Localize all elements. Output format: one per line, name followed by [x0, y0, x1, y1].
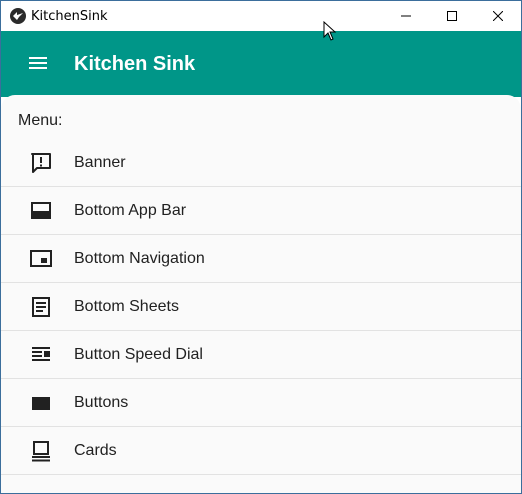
app-bar-title: Kitchen Sink: [74, 53, 196, 75]
app-window: KitchenSink Kitchen Sink Menu: Banner Bo…: [0, 0, 522, 494]
menu-panel: Menu: Banner Bottom App Bar Bottom Navig…: [1, 95, 521, 493]
list-item-label: Bottom Navigation: [74, 250, 205, 267]
list-item-label: Banner: [74, 154, 126, 171]
list-item-bottom-app-bar[interactable]: Bottom App Bar: [1, 187, 521, 235]
menu-list: Banner Bottom App Bar Bottom Navigation …: [1, 139, 521, 475]
list-item-button-speed-dial[interactable]: Button Speed Dial: [1, 331, 521, 379]
buttons-icon: [30, 392, 52, 414]
close-icon: [493, 11, 503, 21]
list-item-label: Buttons: [74, 394, 129, 411]
title-bar[interactable]: KitchenSink: [1, 1, 521, 31]
cards-icon: [30, 440, 52, 462]
close-button[interactable]: [475, 1, 521, 31]
bottom-sheets-icon: [30, 296, 52, 318]
list-item-bottom-sheets[interactable]: Bottom Sheets: [1, 283, 521, 331]
mouse-cursor-icon: [323, 20, 337, 46]
list-item-buttons[interactable]: Buttons: [1, 379, 521, 427]
list-item-label: Bottom App Bar: [74, 202, 187, 219]
menu-icon[interactable]: [27, 55, 49, 71]
bottom-app-bar-icon: [30, 200, 52, 222]
menu-label: Menu:: [18, 112, 63, 129]
speed-dial-icon: [30, 344, 52, 366]
maximize-button[interactable]: [429, 1, 475, 31]
minimize-icon: [401, 15, 411, 17]
list-item-banner[interactable]: Banner: [1, 139, 521, 187]
maximize-icon: [447, 11, 457, 21]
list-item-bottom-navigation[interactable]: Bottom Navigation: [1, 235, 521, 283]
list-item-label: Cards: [74, 442, 117, 459]
window-title: KitchenSink: [31, 9, 108, 24]
alert-box-icon: [30, 152, 52, 174]
bottom-navigation-icon: [30, 248, 52, 270]
minimize-button[interactable]: [383, 1, 429, 31]
app-logo-icon: [10, 8, 26, 24]
list-item-label: Bottom Sheets: [74, 298, 179, 315]
list-item-label: Button Speed Dial: [74, 346, 203, 363]
list-item-cards[interactable]: Cards: [1, 427, 521, 475]
